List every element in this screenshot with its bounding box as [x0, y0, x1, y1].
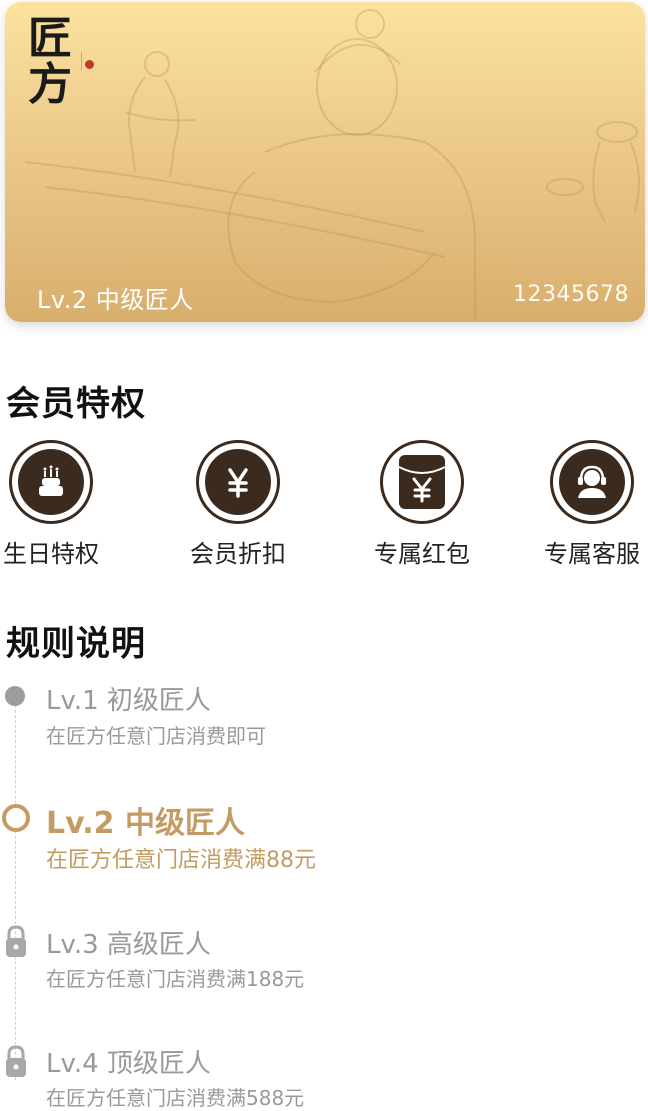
privilege-label: 会员折扣	[190, 540, 286, 568]
level-description: 在匠方任意门店消费满188元	[46, 967, 305, 991]
red-envelope-icon	[389, 449, 455, 515]
card-member-number: 12345678	[513, 282, 629, 307]
timeline-line	[15, 700, 16, 1080]
privilege-customer-service[interactable]: 专属客服	[522, 440, 648, 569]
jiangfang-logo: 匠方	[28, 13, 72, 110]
privilege-member-discount[interactable]: 会员折扣	[168, 440, 308, 569]
level-title: Lv.4 顶级匠人	[46, 1049, 211, 1079]
level-title: Lv.3 高级匠人	[46, 930, 211, 960]
privilege-label: 生日特权	[3, 540, 99, 568]
privileges-title: 会员特权	[6, 384, 146, 424]
privilege-red-envelope[interactable]: 专属红包	[352, 440, 492, 569]
privilege-label: 专属客服	[544, 540, 640, 568]
cake-icon	[18, 449, 84, 515]
yen-coin-icon	[205, 449, 271, 515]
craftsman-illustration	[24, 9, 640, 322]
lock-icon	[4, 1045, 28, 1083]
membership-card[interactable]: 匠方 Lv.2 中级匠人 12345678	[5, 2, 645, 322]
privilege-label: 专属红包	[374, 540, 470, 568]
timeline-dot-icon	[4, 685, 26, 711]
level-title: Lv.1 初级匠人	[46, 686, 211, 716]
level-description: 在匠方任意门店消费满88元	[46, 848, 316, 873]
level-description: 在匠方任意门店消费满588元	[46, 1086, 305, 1110]
rules-title: 规则说明	[6, 624, 146, 664]
logo-seal-icon	[85, 60, 94, 69]
customer-service-icon	[559, 449, 625, 515]
level-description: 在匠方任意门店消费即可	[46, 724, 266, 748]
card-level-label: Lv.2 中级匠人	[37, 286, 194, 314]
lock-icon	[4, 925, 28, 963]
privilege-birthday[interactable]: 生日特权	[0, 440, 121, 569]
level-title: Lv.2 中级匠人	[46, 806, 245, 841]
current-level-ring-icon	[1, 803, 31, 837]
